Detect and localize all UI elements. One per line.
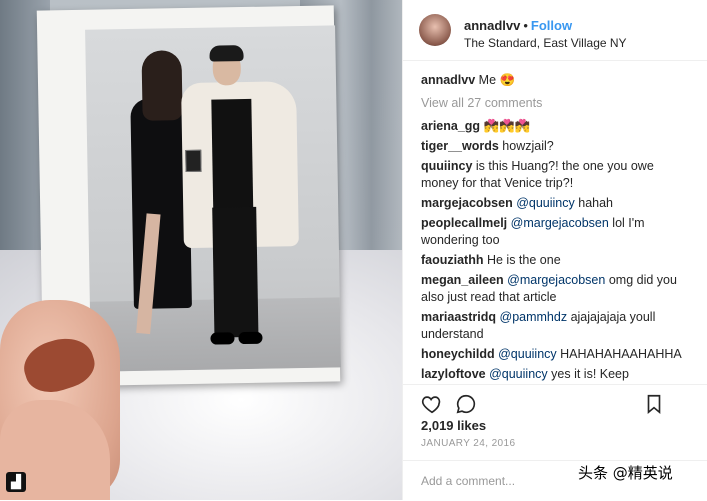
comments-list[interactable]: annadlvv Me 😍 View all 27 comments arien… xyxy=(421,72,691,384)
header-line: annadlvv • Follow xyxy=(464,18,572,33)
comment-mention[interactable]: @quuiincy xyxy=(516,196,575,210)
comment-mention[interactable]: @margejacobsen xyxy=(507,273,605,287)
comment-mention[interactable]: @quuiincy xyxy=(489,367,548,381)
view-all-comments-link[interactable]: View all 27 comments xyxy=(421,95,691,112)
comment-username[interactable]: lazyloftove xyxy=(421,367,486,381)
man-shoe-left xyxy=(210,332,235,345)
location-link[interactable]: The Standard, East Village NY xyxy=(464,36,627,50)
woman-hair xyxy=(141,50,183,121)
bookmark-icon[interactable] xyxy=(643,393,665,415)
comment-item: lazyloftove @quuiincy yes it is! Keep xyxy=(421,366,691,383)
watermark: 头条 @精英说 xyxy=(578,464,673,482)
add-comment-input[interactable] xyxy=(421,473,571,489)
comment-username[interactable]: honeychildd xyxy=(421,347,495,361)
comment-item: faouziathh He is the one xyxy=(421,252,691,269)
caption-username[interactable]: annadlvv xyxy=(421,73,475,87)
caption: annadlvv Me 😍 xyxy=(421,72,691,89)
post-date: JANUARY 24, 2016 xyxy=(421,438,516,449)
action-bar xyxy=(403,384,707,421)
comment-username[interactable]: mariaastridq xyxy=(421,310,496,324)
comment-username[interactable]: megan_aileen xyxy=(421,273,504,287)
comment-bubble-icon[interactable] xyxy=(455,393,477,415)
comment-item: ariena_gg 💏💏💏 xyxy=(421,118,691,135)
comment-username[interactable]: quuiincy xyxy=(421,159,472,173)
polaroid-image xyxy=(85,25,342,372)
comment-text: hahah xyxy=(578,196,614,210)
username-link[interactable]: annadlvv xyxy=(464,18,520,33)
post-sidebar: annadlvv • Follow The Standard, East Villa… xyxy=(402,0,707,500)
comment-username[interactable]: margejacobsen xyxy=(421,196,513,210)
avatar[interactable] xyxy=(419,14,451,46)
comment-text: HAHAHAHAAHAHHA xyxy=(560,347,682,361)
caption-text: Me 😍 xyxy=(478,73,516,87)
comment-username[interactable]: tiger__words xyxy=(421,139,499,153)
instagram-glyph-icon: ▟ xyxy=(6,472,26,492)
comment-username[interactable]: peoplecallmelj xyxy=(421,216,507,230)
man-figure xyxy=(211,98,254,210)
man-legs xyxy=(212,206,259,338)
comment-mention[interactable]: @margejacobsen xyxy=(511,216,609,230)
follow-button[interactable]: Follow xyxy=(531,18,572,33)
comment-item: mariaastridq @pammhdz ajajajajaja youll … xyxy=(421,309,691,343)
heart-icon[interactable] xyxy=(421,393,443,415)
comment-mention[interactable]: @pammhdz xyxy=(500,310,568,324)
post-header: annadlvv • Follow The Standard, East Villa… xyxy=(403,0,707,61)
man-hair xyxy=(209,45,244,62)
comment-item: megan_aileen @margejacobsen omg did you … xyxy=(421,272,691,306)
coat-patch xyxy=(185,149,202,173)
comment-text: 💏💏💏 xyxy=(483,119,531,133)
likes-count[interactable]: 2,019 likes xyxy=(421,418,486,433)
man-shoe-right xyxy=(238,331,263,345)
comment-username[interactable]: faouziathh xyxy=(421,253,484,267)
comment-text: howzjail? xyxy=(502,139,554,153)
post-photo[interactable]: ▟ xyxy=(0,0,402,500)
comment-username[interactable]: ariena_gg xyxy=(421,119,480,133)
comment-item: tiger__words howzjail? xyxy=(421,138,691,155)
comment-item: margejacobsen @quuiincy hahah xyxy=(421,195,691,212)
comment-item: peoplecallmelj @margejacobsen lol I'm wo… xyxy=(421,215,691,249)
separator-dot: • xyxy=(523,18,528,33)
comment-mention[interactable]: @quuiincy xyxy=(498,347,557,361)
comment-item: honeychildd @quuiincy HAHAHAHAAHAHHA xyxy=(421,346,691,363)
comment-text: He is the one xyxy=(486,253,561,267)
comment-text: yes it is! Keep xyxy=(551,367,629,381)
comment-item: quuiincy is this Huang?! the one you owe… xyxy=(421,158,691,192)
